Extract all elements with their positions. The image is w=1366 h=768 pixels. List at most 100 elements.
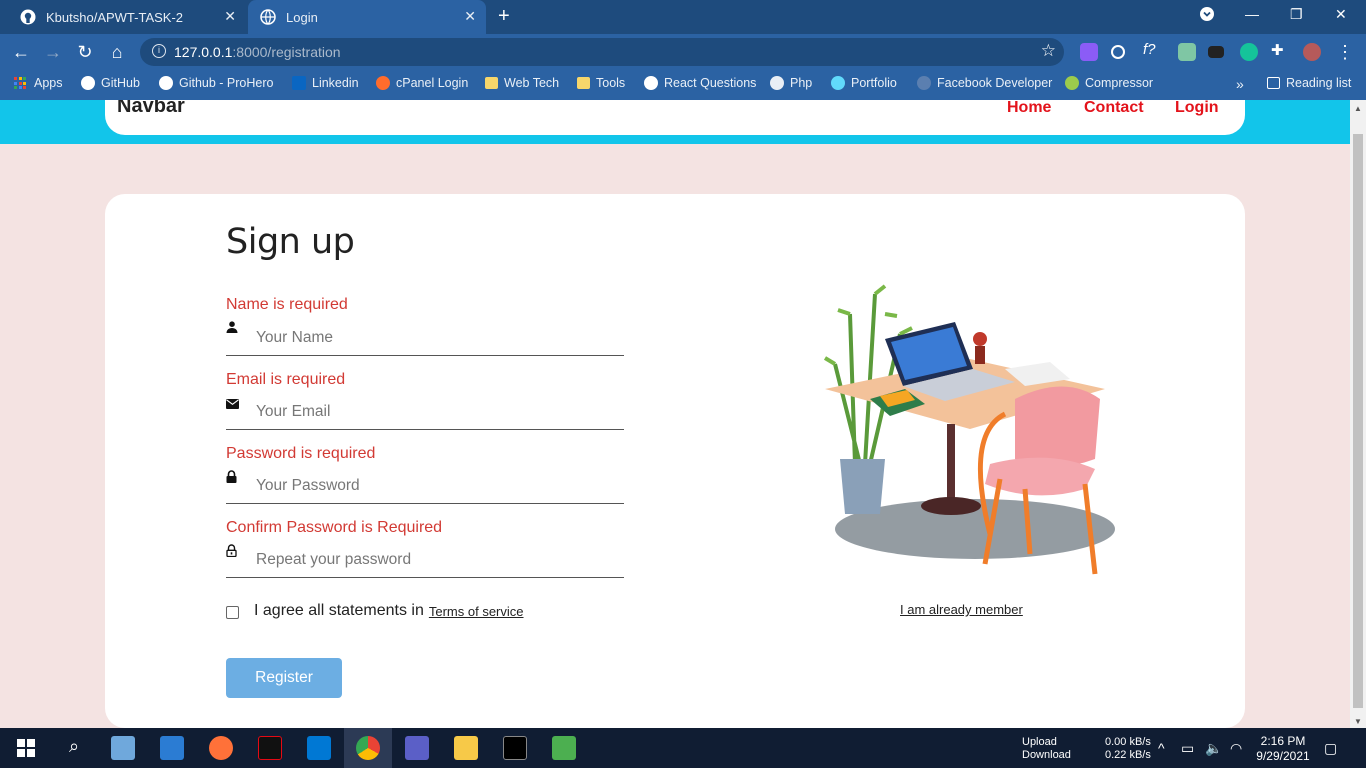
- forward-icon[interactable]: →: [42, 41, 64, 63]
- url-path: :8000/registration: [232, 44, 341, 60]
- password-input[interactable]: [256, 475, 616, 497]
- bookmark-compressor[interactable]: Compressor: [1065, 76, 1153, 90]
- bookmark-facebook-developer[interactable]: Facebook Developer: [917, 76, 1052, 90]
- terms-agreement: I agree all statements in Terms of servi…: [226, 602, 524, 620]
- window-close-icon[interactable]: ✕: [1335, 6, 1347, 23]
- chrome-icon[interactable]: [356, 736, 380, 760]
- back-icon[interactable]: ←: [10, 41, 32, 63]
- bookmark-folder-webtech[interactable]: Web Tech: [485, 76, 559, 90]
- github-icon: [644, 76, 658, 90]
- bookmark-github[interactable]: GitHub: [81, 76, 140, 90]
- formula-extension-icon[interactable]: f?: [1143, 41, 1161, 59]
- browser-tab-login[interactable]: Login ✕: [248, 0, 486, 34]
- avatar[interactable]: [1303, 43, 1321, 61]
- bookmark-label: Portfolio: [851, 76, 897, 90]
- confirm-password-input[interactable]: [256, 549, 616, 571]
- pen-extension-icon[interactable]: [1178, 43, 1196, 61]
- reading-list-label: Reading list: [1286, 76, 1352, 90]
- close-tab-icon[interactable]: ✕: [464, 8, 476, 25]
- nav-link-contact[interactable]: Contact: [1084, 100, 1144, 117]
- bookmark-folder-tools[interactable]: Tools: [577, 76, 625, 90]
- tab-title: Kbutsho/APWT-TASK-2: [46, 9, 184, 25]
- terms-checkbox[interactable]: [226, 606, 239, 619]
- app-icon[interactable]: [552, 736, 576, 760]
- bookmark-react-questions[interactable]: React Questions: [644, 76, 756, 90]
- bookmarks-overflow-icon[interactable]: »: [1236, 76, 1244, 92]
- page-scrollbar[interactable]: ▲ ▼: [1350, 100, 1366, 728]
- navbar-brand[interactable]: Navbar: [117, 100, 185, 118]
- bookmark-github-prohero[interactable]: Github - ProHero: [159, 76, 273, 90]
- browser-tab-github[interactable]: Kbutsho/APWT-TASK-2 ✕: [8, 0, 246, 34]
- nav-link-login[interactable]: Login: [1175, 100, 1219, 117]
- apps-grid-icon: [14, 77, 26, 89]
- firefox-icon[interactable]: [209, 736, 233, 760]
- windows-start-icon[interactable]: [14, 736, 38, 760]
- email-input[interactable]: [256, 401, 616, 423]
- wifi-icon[interactable]: ◠: [1230, 740, 1242, 757]
- linkedin-icon: [292, 76, 306, 90]
- facebook-dev-icon: [917, 76, 931, 90]
- bookmark-portfolio[interactable]: Portfolio: [831, 76, 897, 90]
- scroll-down-icon[interactable]: ▼: [1354, 717, 1362, 726]
- windows-taskbar: ⌕ Upload Download 0.00 kB/s 0.22 kB/s ^ …: [0, 728, 1366, 768]
- browser-toolbar: ← → ↻ ⌂ i 127.0.0.1:8000/registration ☆ …: [0, 34, 1366, 70]
- terms-of-service-link[interactable]: Terms of service: [429, 604, 524, 619]
- register-button[interactable]: Register: [226, 658, 342, 698]
- bookmark-label: GitHub: [101, 76, 140, 90]
- folder-icon: [577, 77, 590, 89]
- cpanel-icon: [376, 76, 390, 90]
- bookmark-linkedin[interactable]: Linkedin: [292, 76, 359, 90]
- reload-icon[interactable]: ↻: [74, 41, 96, 63]
- github-icon: [81, 76, 95, 90]
- home-icon[interactable]: ⌂: [106, 41, 128, 63]
- extension-icon[interactable]: [1080, 43, 1098, 61]
- netflix-icon[interactable]: [258, 736, 282, 760]
- name-input[interactable]: [256, 327, 616, 349]
- search-icon[interactable]: ⌕: [62, 736, 86, 760]
- close-tab-icon[interactable]: ✕: [224, 8, 236, 25]
- menu-kebab-icon[interactable]: ⋮: [1334, 41, 1356, 63]
- page-title: Sign up: [226, 222, 355, 262]
- battery-icon[interactable]: ▭: [1181, 740, 1194, 757]
- bookmark-label: Tools: [596, 76, 626, 90]
- bookmark-label: Github - ProHero: [179, 76, 274, 90]
- tab-title: Login: [286, 9, 318, 25]
- reading-list-button[interactable]: Reading list: [1267, 76, 1351, 90]
- bookmark-star-icon[interactable]: ☆: [1041, 41, 1056, 61]
- scroll-up-icon[interactable]: ▲: [1354, 104, 1362, 113]
- name-field: [226, 320, 624, 356]
- notification-icon[interactable]: ▢: [1324, 740, 1337, 757]
- bookmark-label: Web Tech: [504, 76, 560, 90]
- reading-list-icon: [1267, 77, 1280, 89]
- puzzle-extensions-icon[interactable]: ✚: [1271, 41, 1289, 59]
- bookmark-cpanel[interactable]: cPanel Login: [376, 76, 468, 90]
- compressor-icon: [1065, 76, 1079, 90]
- bookmark-php[interactable]: Php: [770, 76, 812, 90]
- bookmark-label: Apps: [34, 76, 63, 90]
- minimize-icon[interactable]: —: [1245, 6, 1259, 22]
- address-bar[interactable]: i 127.0.0.1:8000/registration ☆: [140, 38, 1064, 66]
- file-explorer-icon[interactable]: [454, 736, 478, 760]
- new-badge-extension-icon[interactable]: [1208, 46, 1224, 58]
- clock[interactable]: 2:16 PM 9/29/2021: [1255, 734, 1311, 764]
- new-tab-icon[interactable]: +: [498, 5, 510, 28]
- task-view-icon[interactable]: [111, 736, 135, 760]
- profile-dropdown-icon[interactable]: [1199, 6, 1215, 25]
- volume-icon[interactable]: 🔈: [1205, 740, 1222, 757]
- upload-speed: 0.00 kB/s: [1105, 736, 1151, 748]
- nav-link-home[interactable]: Home: [1007, 100, 1051, 117]
- terminal-icon[interactable]: [503, 736, 527, 760]
- grammarly-icon[interactable]: [1240, 43, 1258, 61]
- info-icon[interactable]: i: [152, 44, 166, 58]
- bookmark-apps[interactable]: Apps: [14, 76, 63, 90]
- restore-icon[interactable]: ❐: [1290, 6, 1303, 23]
- teams-icon[interactable]: [405, 736, 429, 760]
- person-icon: [226, 320, 238, 333]
- tray-chevron-icon[interactable]: ^: [1158, 740, 1165, 756]
- page-viewport: Navbar Home Contact Login Sign up Name i…: [0, 100, 1350, 728]
- mail-icon[interactable]: [160, 736, 184, 760]
- scrollbar-thumb[interactable]: [1353, 134, 1363, 708]
- vscode-icon[interactable]: [307, 736, 331, 760]
- already-member-link[interactable]: I am already member: [900, 602, 1023, 617]
- sync-extension-icon[interactable]: [1111, 45, 1125, 59]
